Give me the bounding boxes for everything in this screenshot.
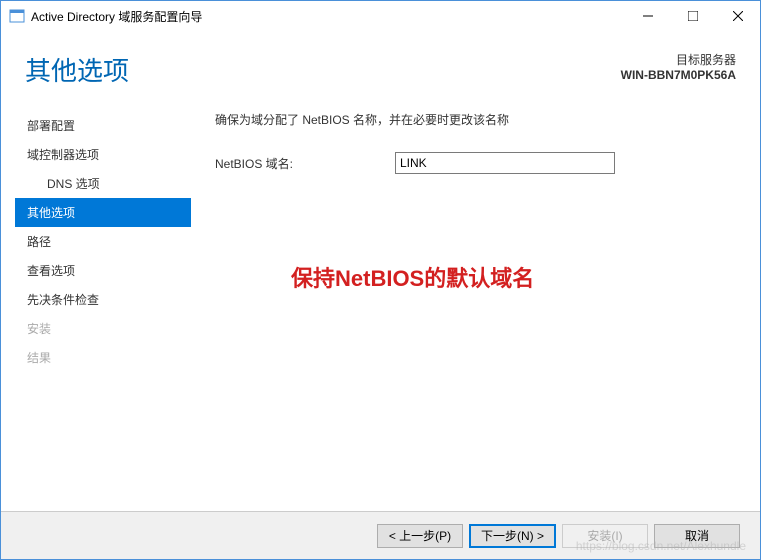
minimize-button[interactable] [625,1,670,31]
page-title: 其他选项 [25,51,129,88]
content-pane: 确保为域分配了 NetBIOS 名称，并在必要时更改该名称 NetBIOS 域名… [191,111,760,511]
wizard-window: Active Directory 域服务配置向导 其他选项 目标服务器 WIN-… [0,0,761,560]
sidebar-item-review[interactable]: 查看选项 [15,256,191,285]
sidebar-item-deployment[interactable]: 部署配置 [15,111,191,140]
sidebar: 部署配置 域控制器选项 DNS 选项 其他选项 路径 查看选项 先决条件检查 安… [1,111,191,511]
target-server-info: 目标服务器 WIN-BBN7M0PK56A [621,51,736,82]
install-button: 安装(I) [562,524,648,548]
sidebar-item-dc-options[interactable]: 域控制器选项 [15,140,191,169]
netbios-row: NetBIOS 域名: [215,152,736,174]
sidebar-item-additional-options[interactable]: 其他选项 [15,198,191,227]
sidebar-item-install: 安装 [15,314,191,343]
netbios-input[interactable] [395,152,615,174]
footer: < 上一步(P) 下一步(N) > 安装(I) 取消 [1,511,760,559]
netbios-label: NetBIOS 域名: [215,155,395,172]
header: 其他选项 目标服务器 WIN-BBN7M0PK56A [25,51,736,88]
target-server-value: WIN-BBN7M0PK56A [621,68,736,82]
instruction-text: 确保为域分配了 NetBIOS 名称，并在必要时更改该名称 [215,111,736,128]
window-controls [625,1,760,31]
titlebar: Active Directory 域服务配置向导 [1,1,760,31]
app-icon [9,8,25,24]
titlebar-title: Active Directory 域服务配置向导 [31,8,625,25]
maximize-button[interactable] [670,1,715,31]
cancel-button[interactable]: 取消 [654,524,740,548]
sidebar-item-prereq[interactable]: 先决条件检查 [15,285,191,314]
prev-button[interactable]: < 上一步(P) [377,524,463,548]
sidebar-item-results: 结果 [15,343,191,372]
next-button[interactable]: 下一步(N) > [469,524,556,548]
main-area: 部署配置 域控制器选项 DNS 选项 其他选项 路径 查看选项 先决条件检查 安… [1,111,760,511]
sidebar-item-paths[interactable]: 路径 [15,227,191,256]
annotation-overlay: 保持NetBIOS的默认域名 [291,261,534,293]
close-button[interactable] [715,1,760,31]
target-server-label: 目标服务器 [621,51,736,68]
sidebar-item-dns-options[interactable]: DNS 选项 [15,169,191,198]
